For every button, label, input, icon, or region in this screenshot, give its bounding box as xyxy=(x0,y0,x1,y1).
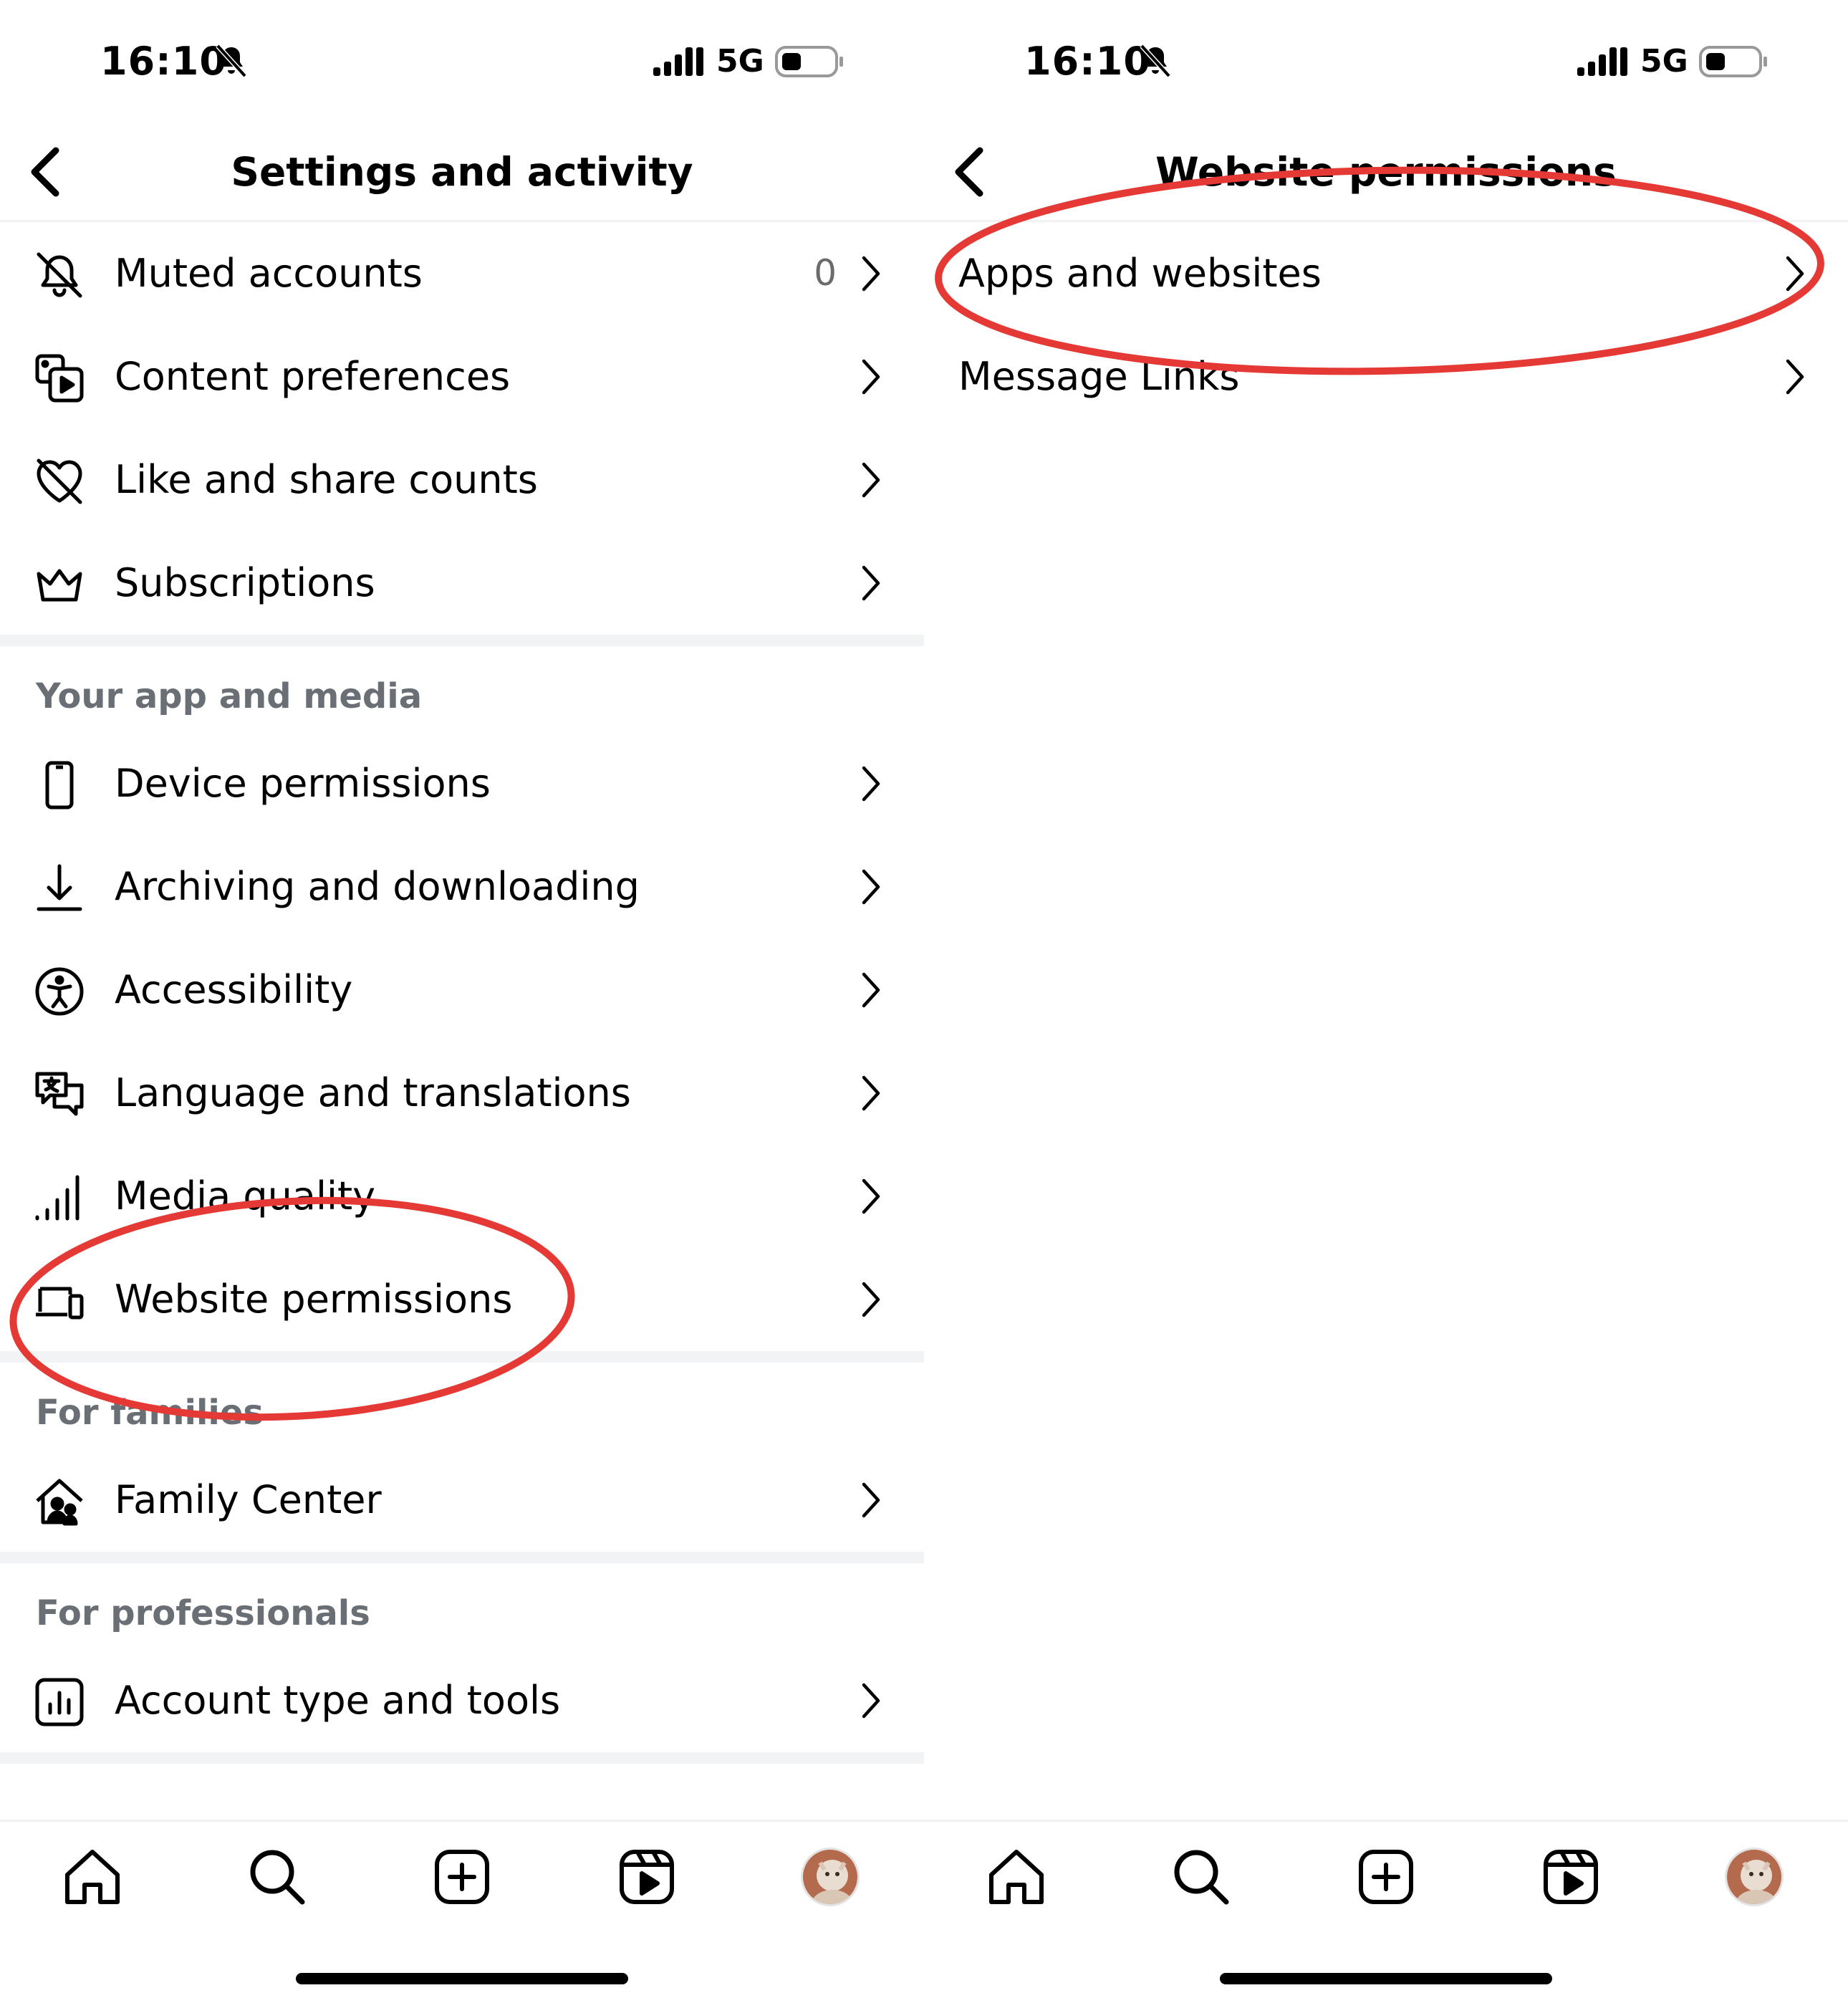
home-indicator[interactable] xyxy=(296,1973,628,1984)
chevron-right-icon xyxy=(862,565,880,601)
media-play-icon xyxy=(35,354,84,403)
row-label: Message Links xyxy=(958,354,1240,399)
row-content-preferences[interactable]: Content preferences xyxy=(0,325,924,428)
row-message-links[interactable]: Message Links xyxy=(924,325,1848,428)
cell-signal-icon xyxy=(1577,47,1627,76)
row-apps-and-websites[interactable]: Apps and websites xyxy=(924,222,1848,325)
silent-bell-icon xyxy=(216,44,247,78)
bottom-nav xyxy=(924,1820,1848,1934)
muted-count: 0 xyxy=(814,252,837,294)
chevron-right-icon xyxy=(862,972,880,1008)
status-bar: 16:10 5G xyxy=(924,36,1848,93)
row-label: Media quality xyxy=(115,1173,376,1219)
section-title-app-media: Your app and media xyxy=(0,646,924,732)
translate-icon xyxy=(35,1072,84,1116)
section-title-text: For families xyxy=(36,1393,264,1433)
section-divider xyxy=(0,1552,924,1563)
chevron-right-icon xyxy=(862,869,880,905)
row-muted-accounts[interactable]: Muted accounts 0 xyxy=(0,222,924,325)
reels-icon[interactable] xyxy=(1539,1845,1603,1909)
section-divider xyxy=(0,1351,924,1363)
row-label: Muted accounts xyxy=(115,251,423,296)
row-label: Language and translations xyxy=(115,1070,631,1115)
row-subscriptions[interactable]: Subscriptions xyxy=(0,532,924,635)
row-label: Apps and websites xyxy=(958,251,1322,296)
cell-signal-icon xyxy=(653,47,703,76)
heart-slash-icon xyxy=(37,458,82,504)
crown-icon xyxy=(37,569,82,602)
network-type: 5G xyxy=(1640,43,1688,80)
chevron-right-icon xyxy=(1786,359,1804,395)
chart-icon xyxy=(35,1678,84,1726)
row-label: Like and share counts xyxy=(115,457,538,502)
row-family-center[interactable]: Family Center xyxy=(0,1449,924,1552)
row-archiving-downloading[interactable]: Archiving and downloading xyxy=(0,835,924,938)
website-permissions-header: Website permissions xyxy=(924,129,1848,222)
battery-icon xyxy=(775,46,843,77)
row-label: Content preferences xyxy=(115,354,511,399)
settings-list: Muted accounts 0 Content preferences Lik… xyxy=(0,222,924,1764)
search-icon[interactable] xyxy=(1169,1845,1233,1909)
chevron-right-icon xyxy=(862,359,880,395)
settings-activity-screen: 16:10 5G Settings and activity Muted acc… xyxy=(0,0,924,2003)
home-icon[interactable] xyxy=(984,1845,1049,1909)
row-media-quality[interactable]: Media quality xyxy=(0,1145,924,1248)
phone-icon xyxy=(45,761,74,810)
row-accessibility[interactable]: Accessibility xyxy=(0,938,924,1042)
silent-bell-icon xyxy=(1140,44,1171,78)
profile-avatar[interactable] xyxy=(801,1848,860,1906)
chevron-right-icon xyxy=(862,1683,880,1719)
section-title-professionals: For professionals xyxy=(0,1563,924,1649)
row-label: Family Center xyxy=(115,1477,382,1522)
chevron-right-icon xyxy=(862,766,880,802)
row-label: Subscriptions xyxy=(115,560,375,605)
section-divider xyxy=(0,1752,924,1764)
reels-icon[interactable] xyxy=(615,1845,679,1909)
home-indicator[interactable] xyxy=(1220,1973,1552,1984)
row-website-permissions[interactable]: Website permissions xyxy=(0,1248,924,1351)
chevron-right-icon xyxy=(862,1482,880,1518)
battery-icon xyxy=(1699,46,1767,77)
row-like-share-counts[interactable]: Like and share counts xyxy=(0,428,924,532)
row-account-type-tools[interactable]: Account type and tools xyxy=(0,1649,924,1752)
section-title-text: For professionals xyxy=(36,1593,370,1633)
family-home-icon xyxy=(36,1479,83,1526)
status-time: 16:10 xyxy=(100,39,227,84)
chevron-right-icon xyxy=(862,462,880,498)
section-title-families: For families xyxy=(0,1363,924,1449)
row-label: Account type and tools xyxy=(115,1678,561,1723)
create-icon[interactable] xyxy=(430,1845,494,1909)
section-divider xyxy=(0,635,924,646)
row-language-translations[interactable]: Language and translations xyxy=(0,1042,924,1145)
download-icon xyxy=(37,864,82,911)
accessibility-icon xyxy=(35,967,84,1016)
profile-avatar[interactable] xyxy=(1725,1848,1784,1906)
row-label: Archiving and downloading xyxy=(115,864,640,909)
website-permissions-list: Apps and websites Message Links xyxy=(924,222,1848,428)
status-time: 16:10 xyxy=(1024,39,1151,84)
chevron-right-icon xyxy=(862,1075,880,1111)
bottom-nav xyxy=(0,1820,924,1934)
create-icon[interactable] xyxy=(1354,1845,1418,1909)
muted-bell-icon xyxy=(37,252,82,298)
row-label: Device permissions xyxy=(115,761,491,806)
section-title-text: Your app and media xyxy=(36,676,423,716)
page-title: Settings and activity xyxy=(231,149,693,195)
chevron-right-icon xyxy=(862,256,880,292)
row-device-permissions[interactable]: Device permissions xyxy=(0,732,924,835)
chevron-right-icon xyxy=(862,1178,880,1214)
website-permissions-screen: 16:10 5G Website permissions Apps and we… xyxy=(924,0,1848,2003)
signal-bars-icon xyxy=(35,1175,80,1221)
home-icon[interactable] xyxy=(60,1845,125,1909)
row-label: Accessibility xyxy=(115,967,353,1012)
settings-header: Settings and activity xyxy=(0,129,924,222)
status-bar: 16:10 5G xyxy=(0,36,924,93)
page-title: Website permissions xyxy=(1155,149,1617,195)
search-icon[interactable] xyxy=(245,1845,309,1909)
chevron-right-icon xyxy=(862,1282,880,1317)
network-type: 5G xyxy=(716,43,764,80)
devices-icon xyxy=(36,1287,84,1320)
row-label: Website permissions xyxy=(115,1277,513,1322)
chevron-right-icon xyxy=(1786,256,1804,292)
